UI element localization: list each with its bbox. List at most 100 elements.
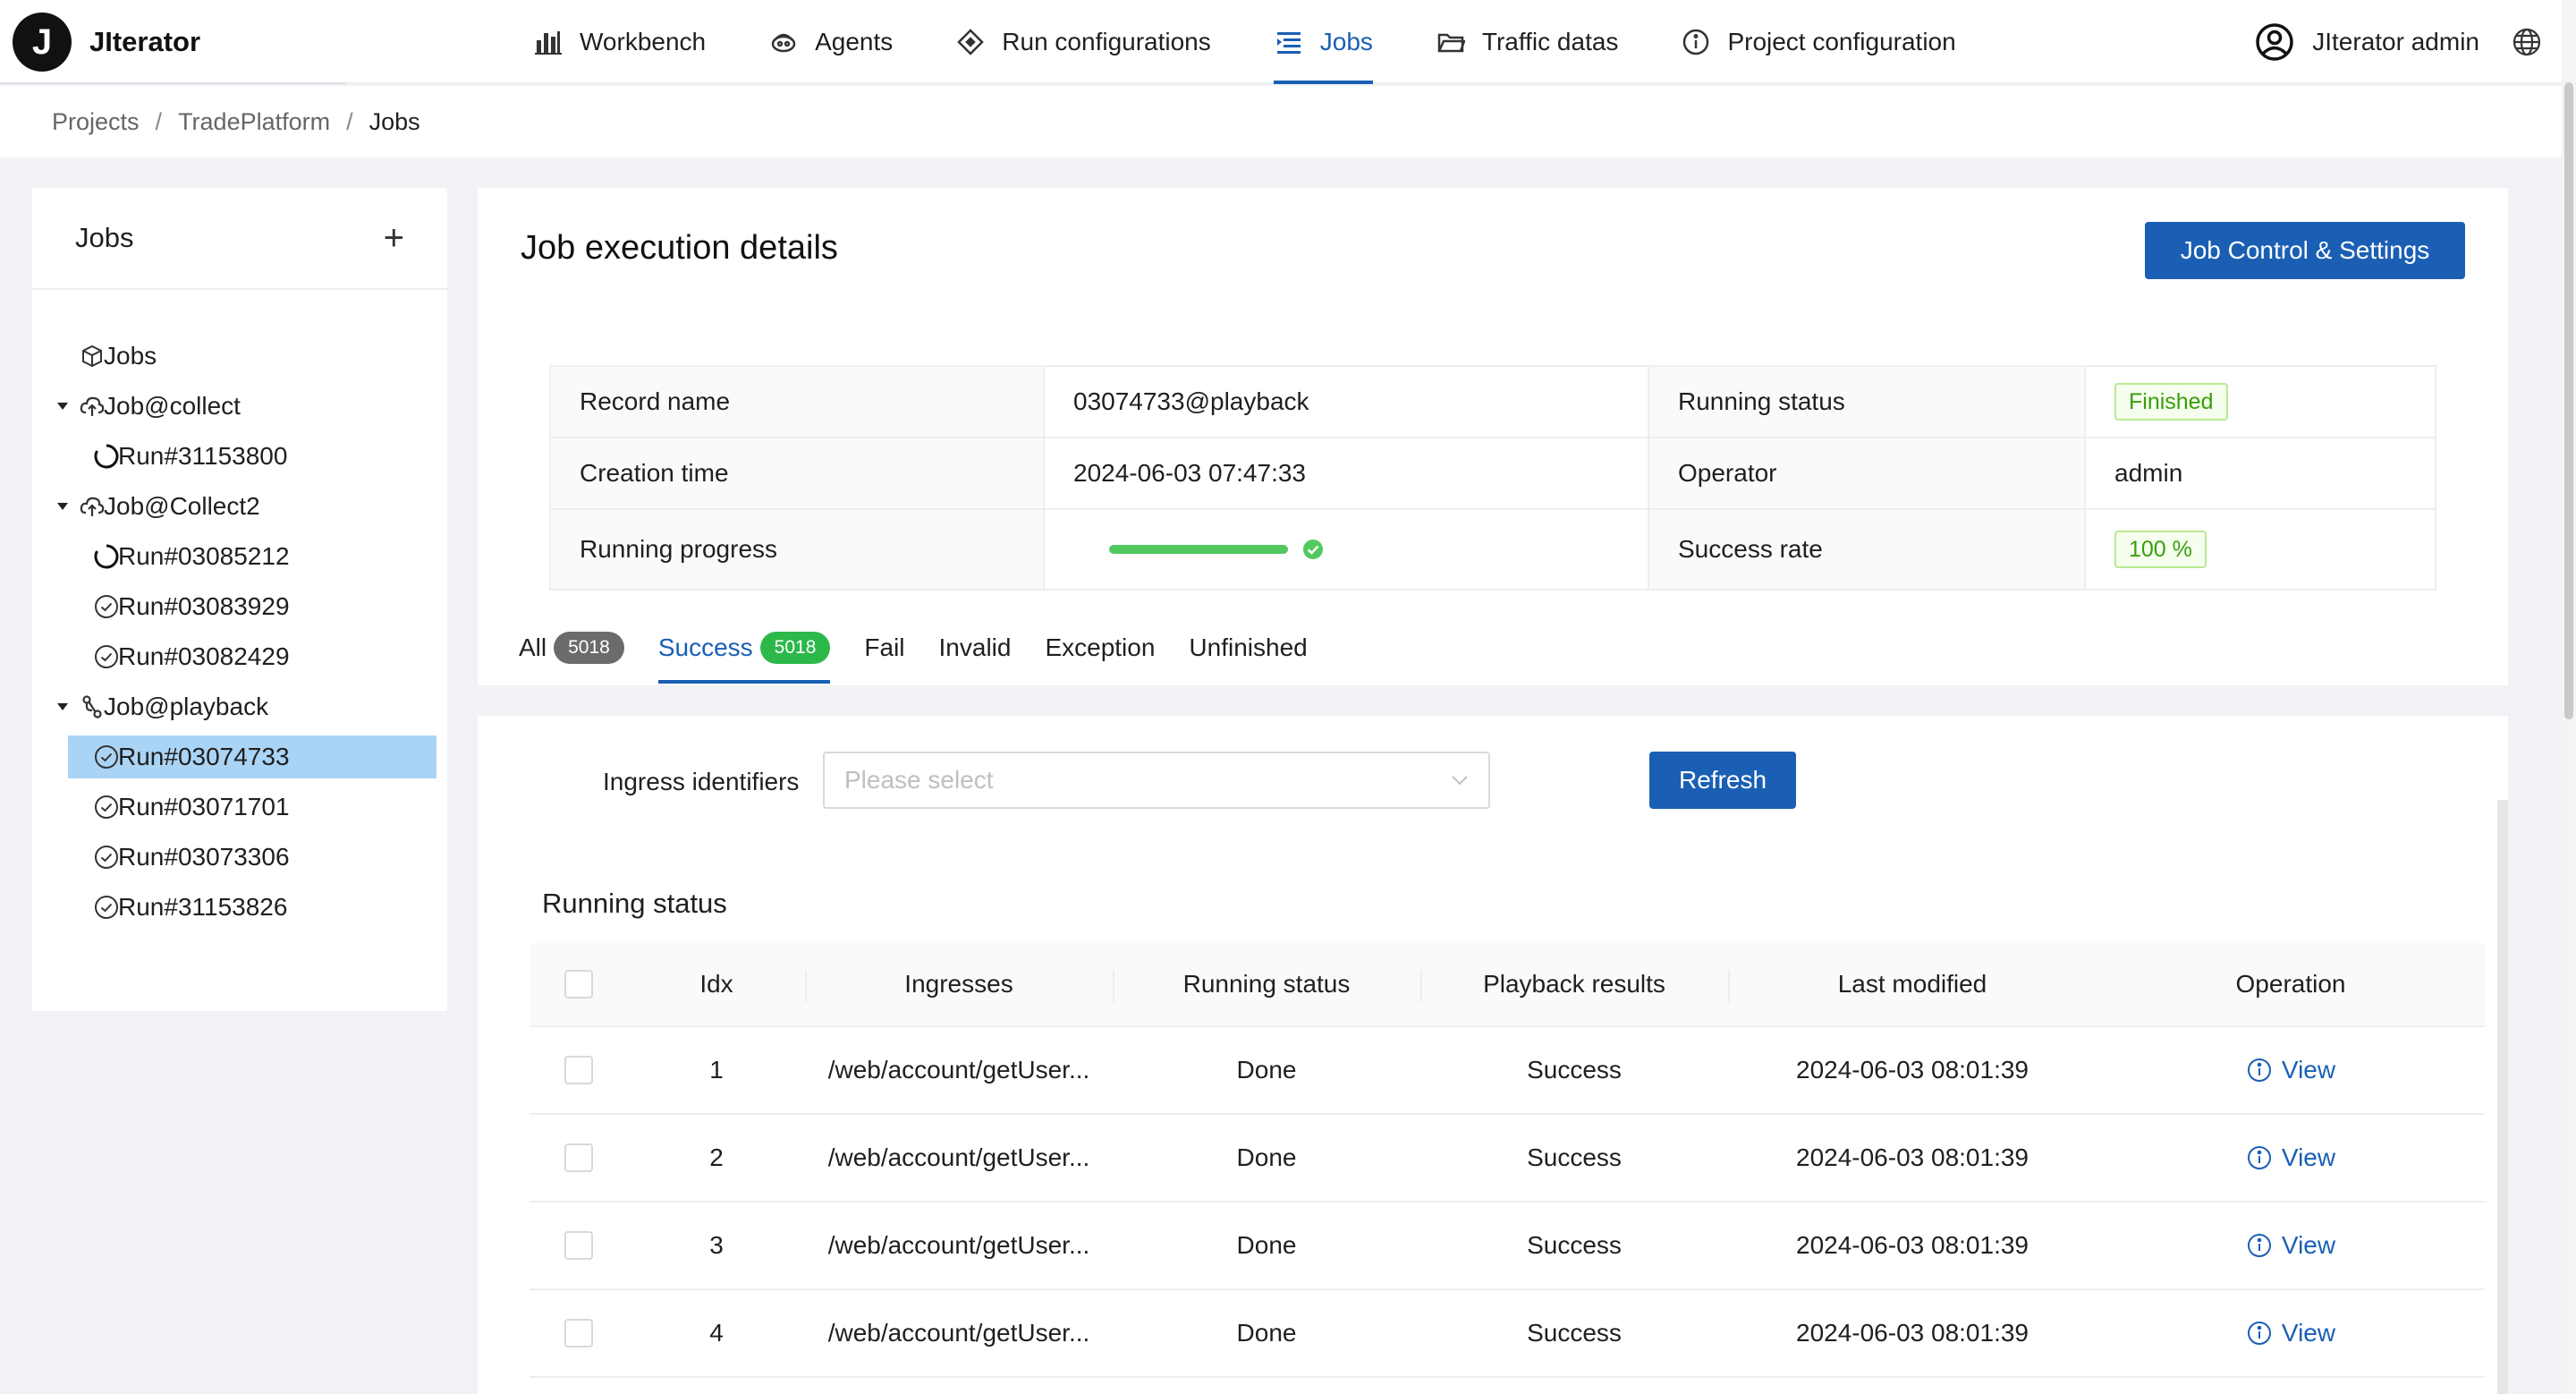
cell-running-status: Done [1236,1319,1297,1347]
tab-all[interactable]: All 5018 [519,625,624,671]
cell-idx: 2 [709,1143,724,1171]
view-link[interactable]: View [2246,1319,2335,1347]
tree-item-job-collect2[interactable]: Job@Collect2 [32,481,447,531]
caret-down-icon[interactable] [54,397,72,415]
breadcrumb-separator: / [155,107,163,135]
cell-ingress: /web/account/getUser... [827,1143,1090,1171]
tree-item-label: Run#31153826 [118,893,288,921]
column-header-playback-results: Playback results [1420,943,1728,1025]
ingress-identifiers-select[interactable]: Please select [823,752,1490,809]
nav-traffic-datas[interactable]: Traffic datas [1436,0,1619,84]
table-row: 2/web/account/getUser... Done Success 2024-… [530,1115,2485,1203]
page-scrollbar-thumb[interactable] [2564,82,2573,719]
creation-time-label: Creation time [551,438,1045,508]
nav-label: Agents [815,28,894,55]
job-tree: Jobs Job@collect Run#31153800 Job@Collect2 R… [32,331,447,932]
breadcrumb-projects[interactable]: Projects [52,108,140,136]
check-circle-icon [93,744,120,770]
info-icon [1681,27,1711,57]
running-status-label: Running status [1649,367,2086,437]
page-title: Job execution details [521,229,838,267]
nav-label: Traffic datas [1481,28,1619,55]
tab-label: Fail [864,633,905,661]
tree-item-label: Jobs [104,342,157,370]
info-icon [2247,1322,2271,1345]
tree-item-run-31153800[interactable]: Run#31153800 [32,431,447,481]
add-job-button[interactable]: + [384,218,404,259]
tab-label: Invalid [938,633,1012,661]
tree-item-job-playback[interactable]: Job@playback [32,682,447,732]
cell-running-status: Done [1236,1231,1297,1259]
success-rate-label: Success rate [1649,510,2086,589]
cell-ingress: /web/account/getUser... [827,1319,1090,1347]
tree-item-run-03073306[interactable]: Run#03073306 [32,832,447,882]
column-header-idx: Idx [699,970,733,998]
result-tabs: All 5018 Success 5018 Fail Invalid Excep… [519,625,1342,685]
view-link[interactable]: View [2246,1056,2335,1084]
cell-ingress: /web/account/getUser... [827,1056,1090,1084]
nav-run-configurations[interactable]: Run configurations [955,0,1211,84]
progress-bar [1109,545,1288,554]
view-link[interactable]: View [2246,1143,2335,1172]
tree-item-run-03083929[interactable]: Run#03083929 [32,582,447,632]
row-checkbox[interactable] [564,1143,593,1172]
nav-agents[interactable]: Agents [768,0,893,84]
tab-fail[interactable]: Fail [864,625,904,671]
check-circle-filled-icon [1303,540,1323,559]
job-control-settings-button[interactable]: Job Control & Settings [2145,222,2465,279]
table-body: 1/web/account/getUser... Done Success 2024-… [530,1027,2485,1378]
cell-running-status: Done [1236,1056,1297,1084]
tree-item-run-03074733[interactable]: Run#03074733 [32,732,447,782]
table-row: 1/web/account/getUser... Done Success 2024-… [530,1027,2485,1115]
caret-down-icon[interactable] [54,497,72,515]
nav-project-configuration[interactable]: Project configuration [1681,0,1956,84]
success-rate-cell: 100 % [2086,510,2435,589]
nav-workbench[interactable]: Workbench [533,0,706,84]
view-link[interactable]: View [2246,1231,2335,1260]
brand[interactable]: J JIterator [13,13,200,72]
tree-item-label: Run#03085212 [118,542,290,570]
tree-item-run-03071701[interactable]: Run#03071701 [32,782,447,832]
nav-label: Workbench [580,28,707,55]
cell-idx: 1 [709,1056,724,1084]
row-checkbox[interactable] [564,1319,593,1347]
nav-label: Project configuration [1727,28,1956,55]
check-circle-icon [93,593,120,620]
details-table: Record name 03074733@playback Running st… [549,365,2436,591]
user-menu[interactable]: JIterator admin [2255,0,2479,84]
success-rate-badge: 100 % [2114,531,2207,568]
details-row: Creation time 2024-06-03 07:47:33 Operat… [551,438,2435,510]
tree-item-run-03085212[interactable]: Run#03085212 [32,531,447,582]
tree-item-job-collect[interactable]: Job@collect [32,381,447,431]
check-circle-icon [93,794,120,820]
page-scrollbar[interactable] [2562,0,2576,1394]
caret-down-icon[interactable] [54,698,72,716]
column-header-last-modified: Last modified [1728,943,2097,1025]
tab-unfinished[interactable]: Unfinished [1189,625,1307,671]
tab-exception[interactable]: Exception [1045,625,1155,671]
tab-success[interactable]: Success 5018 [657,625,831,684]
chevron-down-icon [1452,776,1468,786]
tab-invalid[interactable]: Invalid [939,625,1012,671]
cloud-upload-icon [79,393,106,420]
tree-item-jobs[interactable]: Jobs [32,331,447,381]
select-all-checkbox[interactable] [564,970,593,999]
tab-label: Unfinished [1189,633,1308,661]
nav-jobs[interactable]: Jobs [1273,0,1374,84]
info-icon [2247,1058,2271,1082]
tab-label: All [519,633,547,661]
breadcrumb-tradeplatform[interactable]: TradePlatform [178,108,330,136]
cell-operation: View [2097,1290,2485,1376]
job-details-card: Job execution details Job Control & Sett… [478,188,2508,685]
refresh-button[interactable]: Refresh [1649,752,1796,809]
column-header-ingresses: Ingresses [805,943,1113,1025]
tree-item-run-03082429[interactable]: Run#03082429 [32,632,447,682]
language-globe-icon[interactable] [2512,27,2542,57]
breadcrumb-current: Jobs [369,107,420,135]
table-scrollbar[interactable] [2497,800,2508,1394]
tree-item-run-31153826[interactable]: Run#31153826 [32,882,447,932]
row-checkbox[interactable] [564,1231,593,1260]
row-checkbox[interactable] [564,1056,593,1084]
check-circle-icon [93,894,120,921]
brand-name: JIterator [89,26,201,57]
